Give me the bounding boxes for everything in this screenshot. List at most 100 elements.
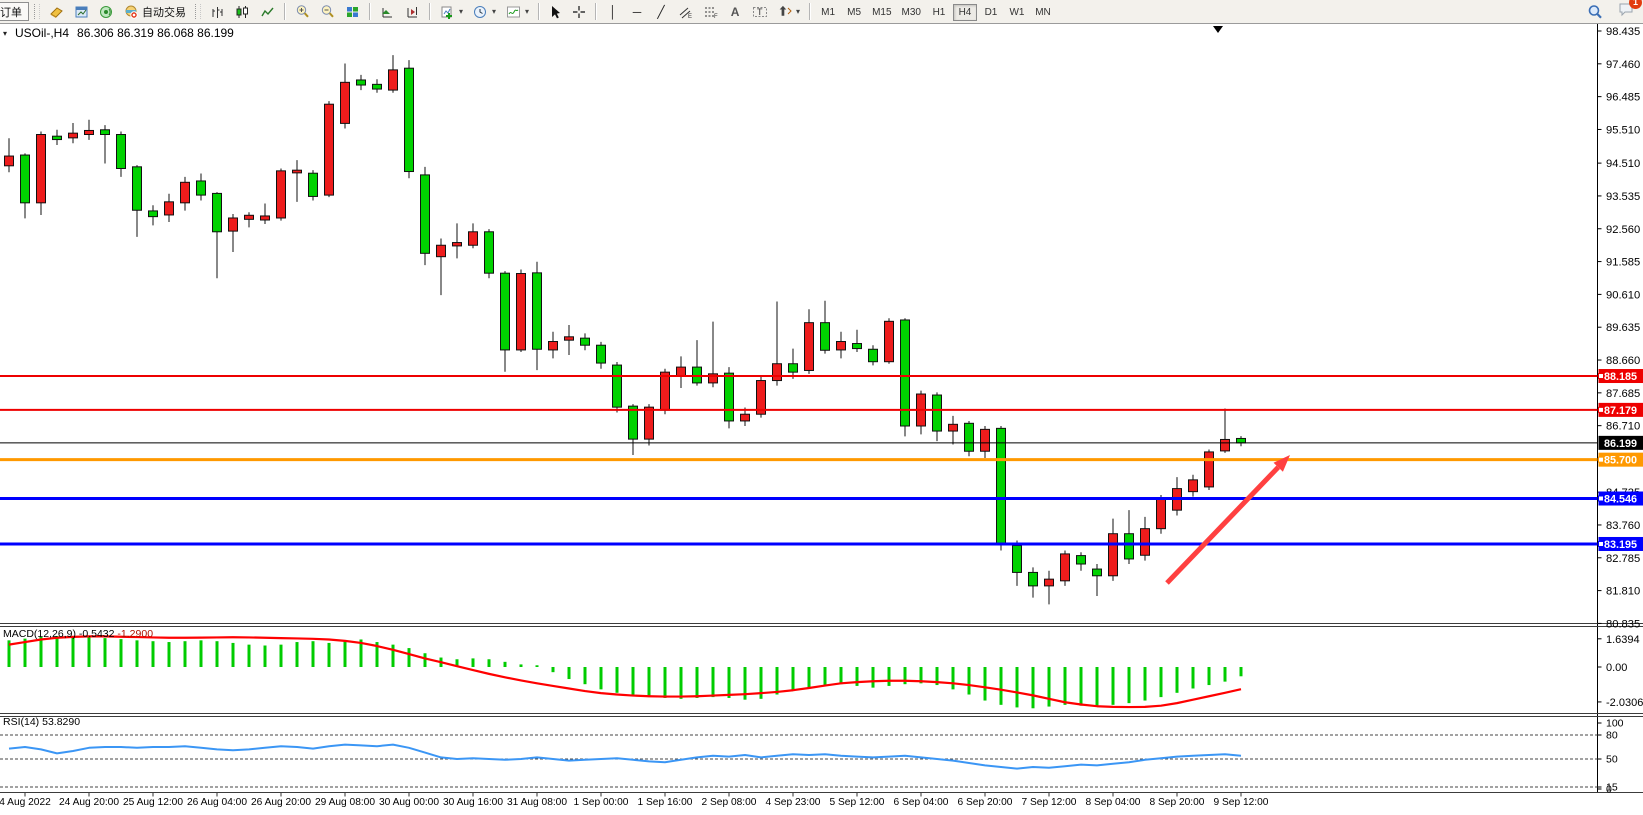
timeframe-m30[interactable]: M30	[898, 4, 925, 21]
candle	[453, 243, 462, 246]
timeframe-m15[interactable]: M15	[868, 4, 895, 21]
time-axis-label: 26 Aug 20:00	[251, 797, 311, 808]
price-axis-label: 83.760	[1606, 520, 1640, 532]
macd-histogram-bar	[344, 640, 347, 667]
equidistant-channel-icon: E	[678, 5, 693, 19]
horizontal-line-button[interactable]: ─	[626, 2, 648, 21]
price-axis-label: 90.610	[1606, 289, 1640, 301]
macd-histogram-bar	[408, 648, 411, 667]
time-axis-label: 4 Aug 2022	[0, 797, 51, 808]
candle	[229, 218, 238, 231]
candle	[725, 373, 734, 421]
indicators-button[interactable]: ▾	[502, 2, 533, 21]
candle	[165, 202, 174, 215]
price-axis-label: 86.710	[1606, 421, 1640, 433]
zoom-in-button[interactable]	[291, 2, 314, 21]
price-axis-label: 81.810	[1606, 586, 1640, 598]
trendline-button[interactable]: ╱	[650, 2, 672, 21]
candle	[181, 182, 190, 203]
price-axis-label: 97.460	[1606, 59, 1640, 71]
candle	[373, 84, 382, 89]
candle	[277, 171, 286, 218]
macd-histogram-bar	[136, 640, 139, 667]
periods-button[interactable]: ▾	[469, 2, 500, 21]
macd-histogram-bar	[888, 667, 891, 686]
autotrading-button[interactable]: 自动交易	[120, 2, 190, 21]
time-axis-label: 6 Sep 04:00	[894, 797, 949, 808]
new-order-button[interactable]: 订单	[0, 2, 29, 21]
candle	[85, 130, 94, 134]
price-axis-label: 89.635	[1606, 322, 1640, 334]
candle	[293, 170, 302, 173]
candle	[1221, 439, 1230, 450]
macd-histogram-bar	[728, 667, 731, 698]
macd-histogram-bar	[1224, 667, 1227, 682]
candle	[21, 155, 30, 203]
equidistant-channel-button[interactable]: E	[674, 2, 697, 21]
text-label-button[interactable]: T	[748, 2, 772, 21]
rsi-indicator-label: RSI(14) 53.8290	[3, 716, 80, 728]
candle	[885, 321, 894, 361]
time-axis-label: 25 Aug 12:00	[123, 797, 183, 808]
vertical-line-button[interactable]: │	[602, 2, 624, 21]
chart-canvas[interactable]: 98.43597.46096.48595.51094.51093.53592.5…	[0, 0, 1643, 815]
time-axis-label: 1 Sep 16:00	[638, 797, 693, 808]
chart-shift-button[interactable]	[401, 2, 424, 21]
macd-histogram-bar	[1016, 667, 1019, 707]
market-watch-button[interactable]	[70, 2, 93, 21]
macd-histogram-bar	[1176, 667, 1179, 693]
cursor-button[interactable]	[545, 2, 566, 21]
macd-histogram-bar	[1128, 667, 1131, 703]
shapes-arrows-button[interactable]: ▾	[774, 2, 804, 21]
line-handle	[1599, 496, 1604, 501]
trend-arrow-shaft[interactable]	[1167, 467, 1278, 583]
signals-button[interactable]	[95, 2, 118, 21]
candle	[549, 342, 558, 350]
rsi-axis-label: 80	[1606, 730, 1618, 742]
candle	[357, 80, 366, 85]
price-tag-label: 87.179	[1604, 405, 1637, 417]
auto-scroll-button[interactable]	[376, 2, 399, 21]
scroll-marker-icon	[1213, 26, 1223, 33]
timeframe-mn[interactable]: MN	[1031, 4, 1055, 21]
macd-histogram-bar	[248, 645, 251, 667]
candle	[629, 406, 638, 439]
fibonacci-button[interactable]: F	[699, 2, 722, 21]
line-chart-button[interactable]	[256, 2, 279, 21]
timeframe-h1[interactable]: H1	[927, 4, 951, 21]
candle	[853, 344, 862, 349]
crosshair-button[interactable]	[568, 2, 590, 21]
text-button[interactable]: A	[724, 2, 746, 21]
candle	[1237, 438, 1246, 442]
macd-histogram-bar	[696, 667, 699, 698]
timeframe-m5[interactable]: M5	[842, 4, 866, 21]
macd-histogram-bar	[568, 667, 571, 679]
time-axis-label: 8 Sep 20:00	[1150, 797, 1205, 808]
timeframe-w1[interactable]: W1	[1005, 4, 1029, 21]
search-button[interactable]	[1583, 2, 1607, 21]
timeframe-h4[interactable]: H4	[953, 4, 977, 21]
cursor-icon	[549, 5, 562, 19]
chart-symbol-period: USOil-,H4	[15, 26, 69, 40]
candlestick-chart-button[interactable]	[231, 2, 254, 21]
macd-histogram-bar	[648, 667, 651, 697]
timeframe-d1[interactable]: D1	[979, 4, 1003, 21]
toolbar-separator	[284, 3, 286, 20]
timeframe-m1[interactable]: M1	[816, 4, 840, 21]
yellow-book-icon	[49, 5, 64, 19]
new-order-icon-button[interactable]	[45, 2, 68, 21]
candle	[1045, 579, 1054, 586]
zoom-out-button[interactable]	[316, 2, 339, 21]
horizontal-line-icon: ─	[630, 5, 644, 19]
price-axis-label: 88.660	[1606, 355, 1640, 367]
notifications-chat[interactable]: 1	[1618, 1, 1635, 22]
macd-histogram-bar	[536, 665, 539, 667]
candle	[789, 364, 798, 372]
chevron-down-icon: ▾	[459, 7, 463, 16]
chart-shift-icon	[405, 5, 420, 19]
new-chart-button[interactable]: ▾	[436, 2, 467, 21]
tile-windows-button[interactable]	[341, 2, 364, 21]
candle	[1013, 545, 1022, 572]
bar-chart-button[interactable]	[206, 2, 229, 21]
macd-histogram-bar	[1208, 667, 1211, 685]
